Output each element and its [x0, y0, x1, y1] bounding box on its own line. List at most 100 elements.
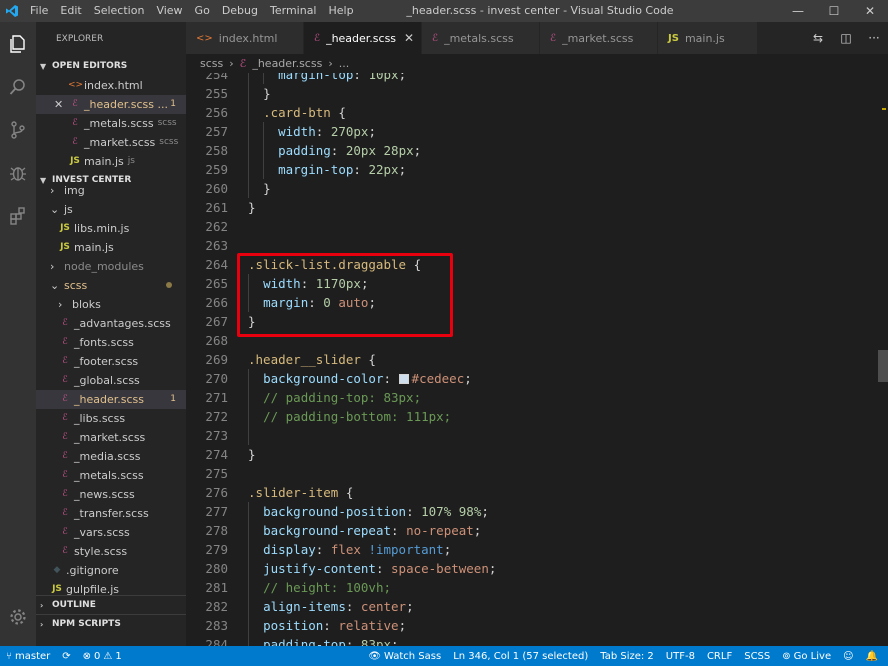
close-icon[interactable]: ✕: [54, 95, 68, 114]
cursor-position[interactable]: Ln 346, Col 1 (57 selected): [447, 651, 594, 662]
open-editor-item[interactable]: ✕ ℰ _header.scss ... 1: [36, 95, 186, 114]
line-number: 266: [205, 295, 228, 310]
indent-guide: [248, 559, 249, 578]
tree-item-label: img: [64, 184, 85, 197]
open-editor-item[interactable]: JS main.js js: [36, 152, 186, 171]
menu-help[interactable]: Help: [323, 0, 360, 22]
tree-item-folder[interactable]: ⌄ js: [36, 200, 186, 219]
tree-item-folder[interactable]: › node_modules: [36, 257, 186, 276]
language-mode[interactable]: SCSS: [738, 651, 776, 662]
tree-item-js[interactable]: JS main.js: [36, 238, 186, 257]
sync-button[interactable]: ⟳: [56, 651, 76, 662]
code-text: margin-top: 22px;: [228, 160, 406, 179]
tab-index-html[interactable]: <> index.html: [186, 22, 304, 54]
menu-view[interactable]: View: [150, 0, 188, 22]
breadcrumb-symbol[interactable]: ...: [339, 57, 350, 70]
open-editor-item[interactable]: <> index.html: [36, 76, 186, 95]
tree-item-scss[interactable]: ℰ _libs.scss: [36, 409, 186, 428]
tree-item-scss[interactable]: ℰ _market.scss: [36, 428, 186, 447]
tree-item-scss[interactable]: ℰ _fonts.scss: [36, 333, 186, 352]
maximize-button[interactable]: ☐: [816, 0, 852, 22]
source-control-icon[interactable]: [0, 108, 36, 151]
tab-market-scss[interactable]: ℰ _market.scss: [540, 22, 658, 54]
token-pun: ;: [398, 618, 407, 633]
end-of-line[interactable]: CRLF: [701, 651, 738, 662]
split-editor-icon[interactable]: ◫: [832, 31, 860, 45]
tree-item-scss[interactable]: ℰ _global.scss: [36, 371, 186, 390]
tab-header-scss[interactable]: ℰ _header.scss ✕: [304, 22, 422, 54]
activity-bar: [0, 22, 36, 646]
npm-scripts-section[interactable]: › NPM SCRIPTS: [36, 614, 186, 633]
search-icon[interactable]: [0, 65, 36, 108]
color-swatch[interactable]: [398, 374, 409, 384]
compare-changes-icon[interactable]: ⇆: [804, 31, 832, 45]
problems-status[interactable]: ⊗ 0 ⚠ 1: [77, 651, 128, 662]
tab-size[interactable]: Tab Size: 2: [594, 651, 660, 662]
token-pun: ;: [391, 637, 399, 646]
breadcrumb-file[interactable]: _header.scss: [252, 57, 322, 70]
chevron-down-icon: ⌄: [50, 279, 60, 292]
tree-item-scss[interactable]: ℰ _header.scss 1: [36, 390, 186, 409]
minimize-button[interactable]: —: [780, 0, 816, 22]
feedback-icon[interactable]: ☺: [837, 651, 859, 662]
menu-selection[interactable]: Selection: [88, 0, 151, 22]
tree-item-scss[interactable]: ℰ _transfer.scss: [36, 504, 186, 523]
branch-status[interactable]: ⑂ master: [0, 651, 56, 662]
sass-file-icon: ℰ: [62, 489, 68, 499]
tree-item-js[interactable]: JS libs.min.js: [36, 219, 186, 238]
close-icon[interactable]: ✕: [404, 31, 414, 45]
line-number: 257: [205, 124, 228, 139]
outline-section[interactable]: › OUTLINE: [36, 595, 186, 614]
open-editors-section[interactable]: ▼ OPEN EDITORS: [36, 57, 186, 76]
sass-file-icon: ℰ: [72, 118, 78, 128]
editor-scrollbar[interactable]: [878, 350, 888, 382]
menu-terminal[interactable]: Terminal: [264, 0, 323, 22]
encoding[interactable]: UTF-8: [660, 651, 701, 662]
code-line: 276 .slider-item {: [186, 483, 878, 502]
more-actions-icon[interactable]: ···: [860, 31, 888, 45]
token-pun: :: [383, 371, 399, 386]
close-window-button[interactable]: ✕: [852, 0, 888, 22]
debug-icon[interactable]: [0, 151, 36, 194]
explorer-icon[interactable]: [0, 22, 36, 65]
watch-sass-label: Watch Sass: [383, 650, 442, 662]
extensions-icon[interactable]: [0, 194, 36, 237]
sass-file-icon: ℰ: [432, 32, 439, 44]
window-title: _header.scss - invest center - Visual St…: [406, 4, 674, 17]
settings-gear-icon[interactable]: [0, 595, 36, 638]
token-val: #cedeec: [411, 371, 465, 386]
token-num: 28: [383, 143, 399, 158]
menu-edit[interactable]: Edit: [54, 0, 87, 22]
menu-go[interactable]: Go: [189, 0, 216, 22]
tree-item-folder[interactable]: › bloks: [36, 295, 186, 314]
go-live-button[interactable]: ⊚ Go Live: [776, 651, 837, 662]
token-num: 107: [421, 504, 444, 519]
tree-item-scss[interactable]: ℰ _vars.scss: [36, 523, 186, 542]
tree-item-scss[interactable]: ℰ _news.scss: [36, 485, 186, 504]
tab-metals-scss[interactable]: ℰ _metals.scss: [422, 22, 540, 54]
token-val: no-repeat: [406, 523, 474, 538]
token-num: 83: [360, 637, 376, 646]
tab-main-js[interactable]: JS main.js: [658, 22, 758, 54]
open-editor-item[interactable]: ℰ _market.scss scss: [36, 133, 186, 152]
indent-guide: [248, 597, 249, 616]
tree-item-scss[interactable]: ℰ _advantages.scss: [36, 314, 186, 333]
code-editor[interactable]: 254 margin-top: 10px; 255 } 256 .card-btn …: [186, 73, 888, 646]
sass-file-icon: ℰ: [62, 394, 68, 404]
js-file-icon: JS: [70, 156, 80, 166]
menu-file[interactable]: File: [24, 0, 54, 22]
open-editor-item[interactable]: ℰ _metals.scss scss: [36, 114, 186, 133]
tree-item-scss[interactable]: ℰ _metals.scss: [36, 466, 186, 485]
tree-item-git[interactable]: ◆ .gitignore: [36, 561, 186, 580]
tree-item-scss[interactable]: ℰ _media.scss: [36, 447, 186, 466]
breadcrumb-folder[interactable]: scss: [200, 57, 223, 70]
tree-item-js[interactable]: JS gulpfile.js: [36, 580, 186, 595]
tree-item-scss[interactable]: ℰstyle.scss: [36, 542, 186, 561]
tree-item-scss[interactable]: ℰ _footer.scss: [36, 352, 186, 371]
token-com: // padding-top: 83px;: [263, 390, 422, 405]
watch-sass-button[interactable]: 👁 Watch Sass: [362, 651, 447, 662]
tree-item-folder[interactable]: ⌄ scss: [36, 276, 186, 295]
notifications-icon[interactable]: 🔔: [860, 651, 884, 662]
menu-debug[interactable]: Debug: [216, 0, 264, 22]
tree-item-folder[interactable]: › img: [36, 181, 186, 200]
